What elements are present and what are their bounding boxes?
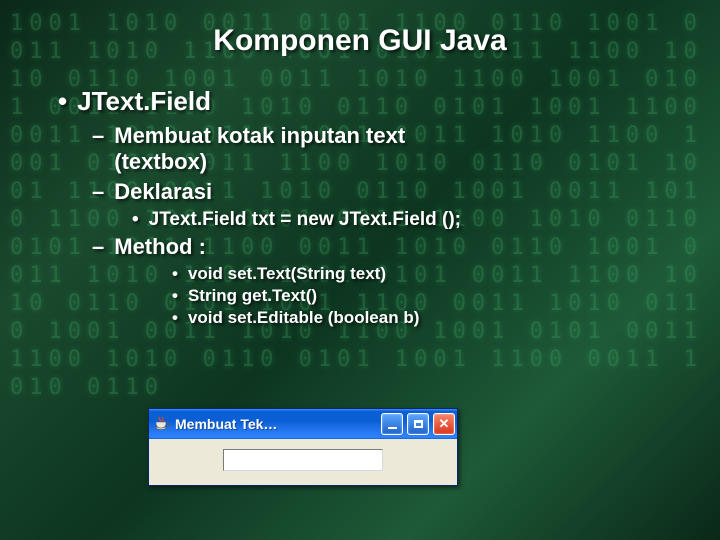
level4-text: void set.Editable (boolean b)	[188, 308, 419, 328]
level4-text: String get.Text()	[188, 286, 317, 306]
close-icon: ✕	[439, 416, 450, 432]
window-titlebar[interactable]: Membuat Tek… ✕	[149, 409, 457, 439]
java-cup-icon	[153, 415, 171, 433]
example-window: Membuat Tek… ✕	[148, 408, 458, 486]
level4-text: void set.Text(String text)	[188, 264, 386, 284]
bullet-level2: Method :	[92, 234, 662, 260]
bullet-level4: String get.Text()	[172, 286, 662, 306]
bullet-level2: Membuat kotak inputan text (textbox)	[92, 123, 662, 175]
slide-content: JText.Field Membuat kotak inputan text (…	[0, 58, 720, 328]
maximize-button[interactable]	[407, 413, 429, 435]
level2-text-line2: (textbox)	[114, 149, 405, 175]
minimize-icon	[388, 427, 397, 429]
level2-text-block: Membuat kotak inputan text (textbox)	[114, 123, 405, 175]
dash-bullet-icon	[92, 179, 104, 205]
bullet-level4: void set.Text(String text)	[172, 264, 662, 284]
level2-text-line1: Membuat kotak inputan text	[114, 123, 405, 149]
window-body	[149, 439, 457, 485]
disc-bullet-icon	[172, 308, 178, 328]
maximize-icon	[414, 420, 423, 428]
bullet-level1: JText.Field	[58, 86, 662, 117]
window-title: Membuat Tek…	[175, 416, 377, 432]
disc-bullet-icon	[132, 209, 139, 231]
close-button[interactable]: ✕	[433, 413, 455, 435]
level1-text: JText.Field	[77, 86, 211, 117]
disc-bullet-icon	[58, 86, 67, 117]
level2-text: Method :	[114, 234, 206, 260]
bullet-level2: Deklarasi	[92, 179, 662, 205]
disc-bullet-icon	[172, 286, 178, 306]
level2-text: Deklarasi	[114, 179, 212, 205]
demo-text-input[interactable]	[223, 449, 383, 471]
slide: Komponen GUI Java JText.Field Membuat ko…	[0, 0, 720, 540]
minimize-button[interactable]	[381, 413, 403, 435]
level3-text: JText.Field txt = new JText.Field ();	[149, 209, 461, 231]
bullet-level4: void set.Editable (boolean b)	[172, 308, 662, 328]
disc-bullet-icon	[172, 264, 178, 284]
bullet-level3: JText.Field txt = new JText.Field ();	[132, 209, 662, 231]
dash-bullet-icon	[92, 123, 104, 175]
slide-title: Komponen GUI Java	[0, 0, 720, 58]
dash-bullet-icon	[92, 234, 104, 260]
